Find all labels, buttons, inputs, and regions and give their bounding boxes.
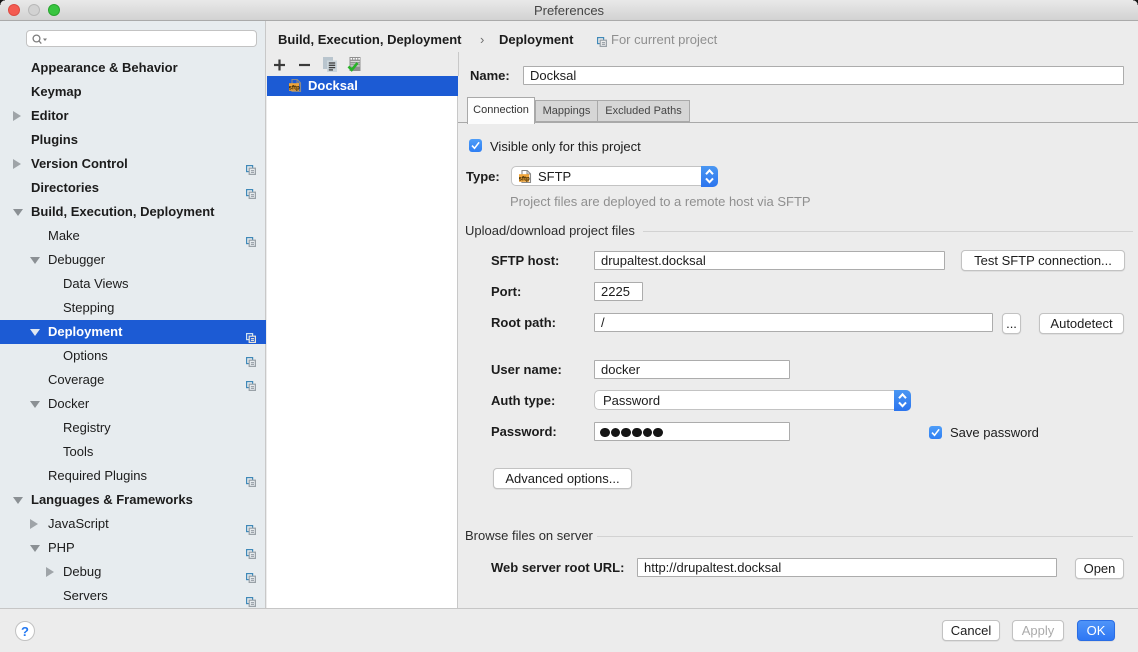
svg-text:sftp: sftp bbox=[289, 84, 300, 91]
svg-text:sftp: sftp bbox=[519, 175, 530, 182]
